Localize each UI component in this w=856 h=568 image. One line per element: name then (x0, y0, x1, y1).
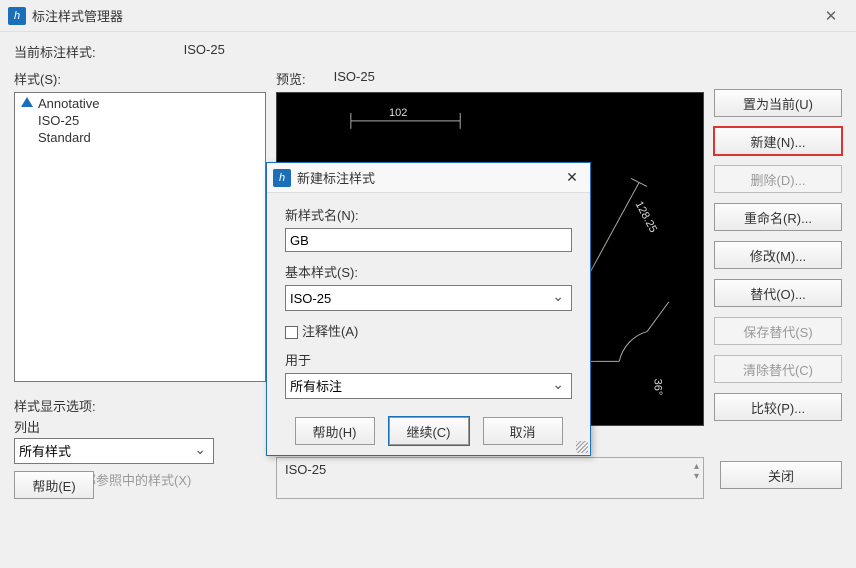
annotative-label: 注释性(A) (302, 324, 358, 339)
list-item[interactable]: Annotative (19, 95, 261, 112)
annotative-checkbox[interactable] (285, 326, 298, 339)
new-style-dialog: h 新建标注样式 ✕ 新样式名(N): 基本样式(S): ISO-25 注释性(… (266, 162, 591, 456)
app-icon: h (273, 169, 291, 187)
close-button[interactable]: 关闭 (720, 461, 842, 489)
preview-style-name: ISO-25 (334, 69, 375, 88)
clear-override-button: 清除替代(C) (714, 355, 842, 383)
help-button[interactable]: 帮助(E) (14, 471, 94, 499)
window-close-button[interactable]: ✕ (814, 4, 848, 28)
use-for-select[interactable]: 所有标注 (285, 373, 572, 399)
use-for-label: 用于 (285, 350, 572, 369)
dim-text-top: 102 (389, 107, 407, 119)
override-button[interactable]: 替代(O)... (714, 279, 842, 307)
continue-button[interactable]: 继续(C) (389, 417, 469, 445)
base-style-label: 基本样式(S): (285, 262, 572, 281)
new-name-input[interactable] (285, 228, 572, 252)
styles-listbox[interactable]: Annotative ISO-25 Standard (14, 92, 266, 382)
rename-button[interactable]: 重命名(R)... (714, 203, 842, 231)
styles-label: 样式(S): (14, 69, 266, 88)
list-item[interactable]: ISO-25 (19, 112, 261, 129)
save-override-button: 保存替代(S) (714, 317, 842, 345)
current-style-label: 当前标注样式: (14, 42, 96, 61)
new-button[interactable]: 新建(N)... (714, 127, 842, 155)
list-options-label: 样式显示选项: (14, 396, 266, 415)
cancel-button[interactable]: 取消 (483, 417, 563, 445)
app-icon: h (8, 7, 26, 25)
annotative-icon (21, 97, 34, 110)
dim-text-angle: 36° (651, 379, 663, 396)
titlebar: h 标注样式管理器 ✕ (0, 0, 856, 32)
modify-button[interactable]: 修改(M)... (714, 241, 842, 269)
new-name-label: 新样式名(N): (285, 205, 572, 224)
resize-grip[interactable] (576, 441, 588, 453)
preview-label: 预览: (276, 69, 306, 88)
list-label: 列出 (14, 417, 266, 436)
dialog-help-button[interactable]: 帮助(H) (295, 417, 375, 445)
list-item[interactable]: Standard (19, 129, 261, 146)
base-style-select[interactable]: ISO-25 (285, 285, 572, 311)
set-current-button[interactable]: 置为当前(U) (714, 89, 842, 117)
delete-button: 删除(D)... (714, 165, 842, 193)
dialog-close-button[interactable]: ✕ (560, 169, 584, 186)
dialog-title: 新建标注样式 (297, 168, 560, 187)
compare-button[interactable]: 比较(P)... (714, 393, 842, 421)
current-style-value: ISO-25 (184, 42, 225, 61)
window-title: 标注样式管理器 (32, 6, 814, 25)
